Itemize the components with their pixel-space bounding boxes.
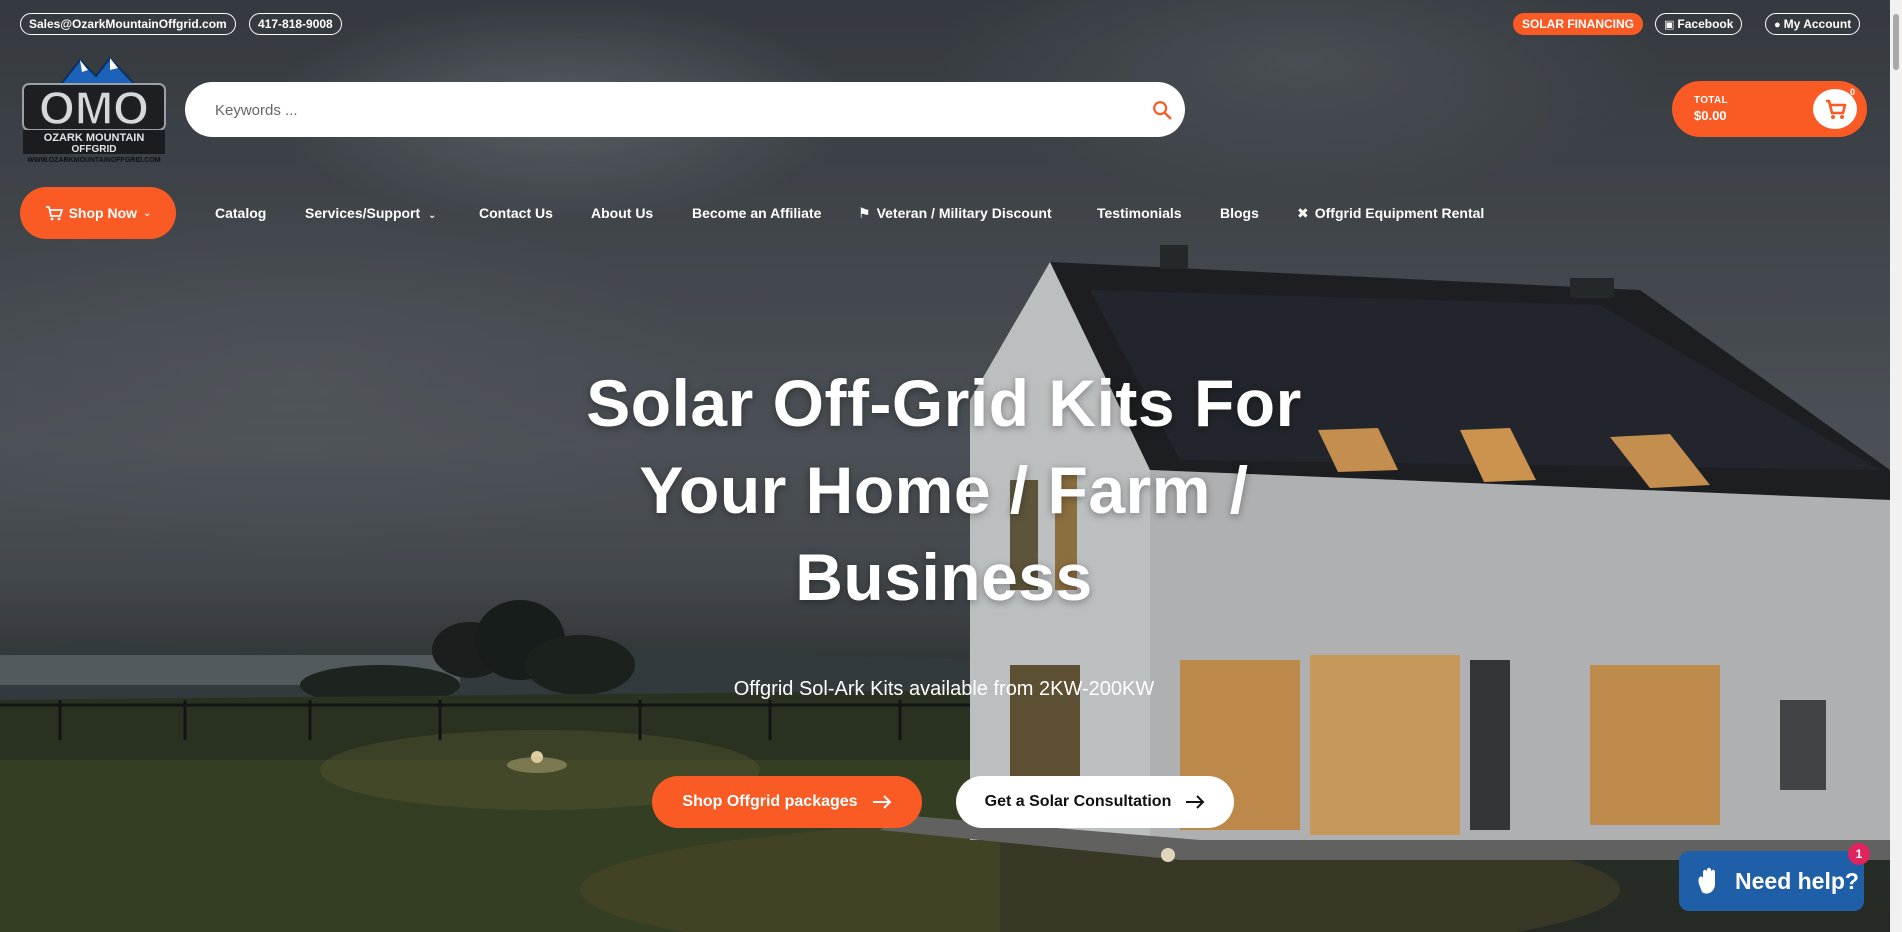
hero-headline: Solar Off-Grid Kits For Your Home / Farm… — [540, 360, 1348, 621]
arrow-right-icon — [1186, 795, 1205, 809]
hero-subheading: Offgrid Sol-Ark Kits available from 2KW-… — [733, 678, 1155, 700]
nav-blogs[interactable]: Blogs — [1220, 205, 1259, 221]
solar-consultation-label: Get a Solar Consultation — [984, 793, 1172, 810]
cart-button[interactable]: TOTAL $0.00 0 — [1672, 81, 1867, 137]
need-help-label: Need help? — [1735, 867, 1859, 894]
nav-veteran-discount-label: Veteran / Military Discount — [876, 205, 1052, 221]
cart-count: 0 — [1849, 87, 1855, 97]
logo-url: WWW.OZARKMOUNTAINOFFGRID.COM — [27, 157, 160, 164]
cart-total-amount: $0.00 — [1694, 108, 1727, 123]
nav-equipment-rental[interactable]: ✖ Offgrid Equipment Rental — [1297, 205, 1484, 222]
logo-line1: OZARK MOUNTAIN — [44, 132, 145, 144]
logo-line2: OFFGRID — [72, 144, 117, 155]
search-bar[interactable] — [185, 82, 1185, 139]
my-account-link[interactable]: ● My Account — [1765, 13, 1861, 35]
facebook-link[interactable]: ▣ Facebook — [1655, 13, 1743, 35]
shop-offgrid-packages-label: Shop Offgrid packages — [682, 793, 858, 810]
page-scrollbar[interactable] — [1890, 0, 1902, 932]
arrow-right-icon — [872, 795, 891, 809]
search-icon[interactable] — [1151, 99, 1173, 121]
scrollbar-thumb[interactable] — [1893, 14, 1899, 70]
chevron-down-icon: ⌄ — [428, 210, 437, 221]
user-icon: ● — [1774, 19, 1781, 31]
nav-become-affiliate[interactable]: Become an Affiliate — [692, 205, 821, 221]
shop-now-label: Shop Now — [68, 205, 138, 221]
shop-now-button[interactable]: Shop Now ⌄ — [20, 187, 176, 239]
site-logo[interactable]: OMO OZARK MOUNTAIN OFFGRID WWW.OZARKMOUN… — [20, 54, 168, 164]
waving-hand-icon — [1698, 867, 1715, 894]
need-help-widget[interactable]: Need help? 1 — [1679, 843, 1870, 911]
facebook-icon: ▣ — [1664, 19, 1675, 31]
facebook-label: Facebook — [1677, 17, 1734, 31]
nav-services-support[interactable]: Services/Support ⌄ — [305, 205, 436, 221]
nav-services-support-label: Services/Support — [305, 205, 421, 221]
hero-headline-line-2: Your Home / Farm / — [639, 453, 1249, 527]
nav-contact-us[interactable]: Contact Us — [479, 205, 553, 221]
nav-veteran-discount[interactable]: ⚑ Veteran / Military Discount — [858, 205, 1052, 222]
nav-equipment-rental-label: Offgrid Equipment Rental — [1314, 205, 1485, 221]
nav-testimonials[interactable]: Testimonials — [1097, 205, 1182, 221]
phone-link[interactable]: 417-818-9008 — [249, 13, 342, 35]
search-input[interactable] — [213, 82, 1117, 139]
nav-about-us[interactable]: About Us — [591, 205, 653, 221]
email-link[interactable]: Sales@OzarkMountainOffgrid.com — [20, 13, 236, 35]
notification-badge: 1 — [1848, 843, 1870, 865]
solar-financing-button[interactable]: SOLAR FINANCING — [1513, 13, 1643, 35]
cart-outline-icon — [45, 206, 63, 221]
nav-catalog[interactable]: Catalog — [215, 205, 266, 221]
chevron-down-icon: ⌄ — [143, 207, 152, 219]
my-account-label: My Account — [1783, 17, 1852, 31]
hero-headline-line-1: Solar Off-Grid Kits For — [586, 366, 1302, 440]
solar-consultation-button[interactable]: Get a Solar Consultation — [956, 776, 1234, 828]
hero-headline-line-3: Business — [795, 540, 1093, 614]
cart-total-label: TOTAL — [1694, 95, 1728, 106]
tools-icon: ✖ — [1297, 205, 1309, 221]
flag-icon: ⚑ — [858, 205, 871, 221]
logo-letters: OMO — [39, 82, 149, 134]
shop-offgrid-packages-button[interactable]: Shop Offgrid packages — [652, 776, 922, 828]
